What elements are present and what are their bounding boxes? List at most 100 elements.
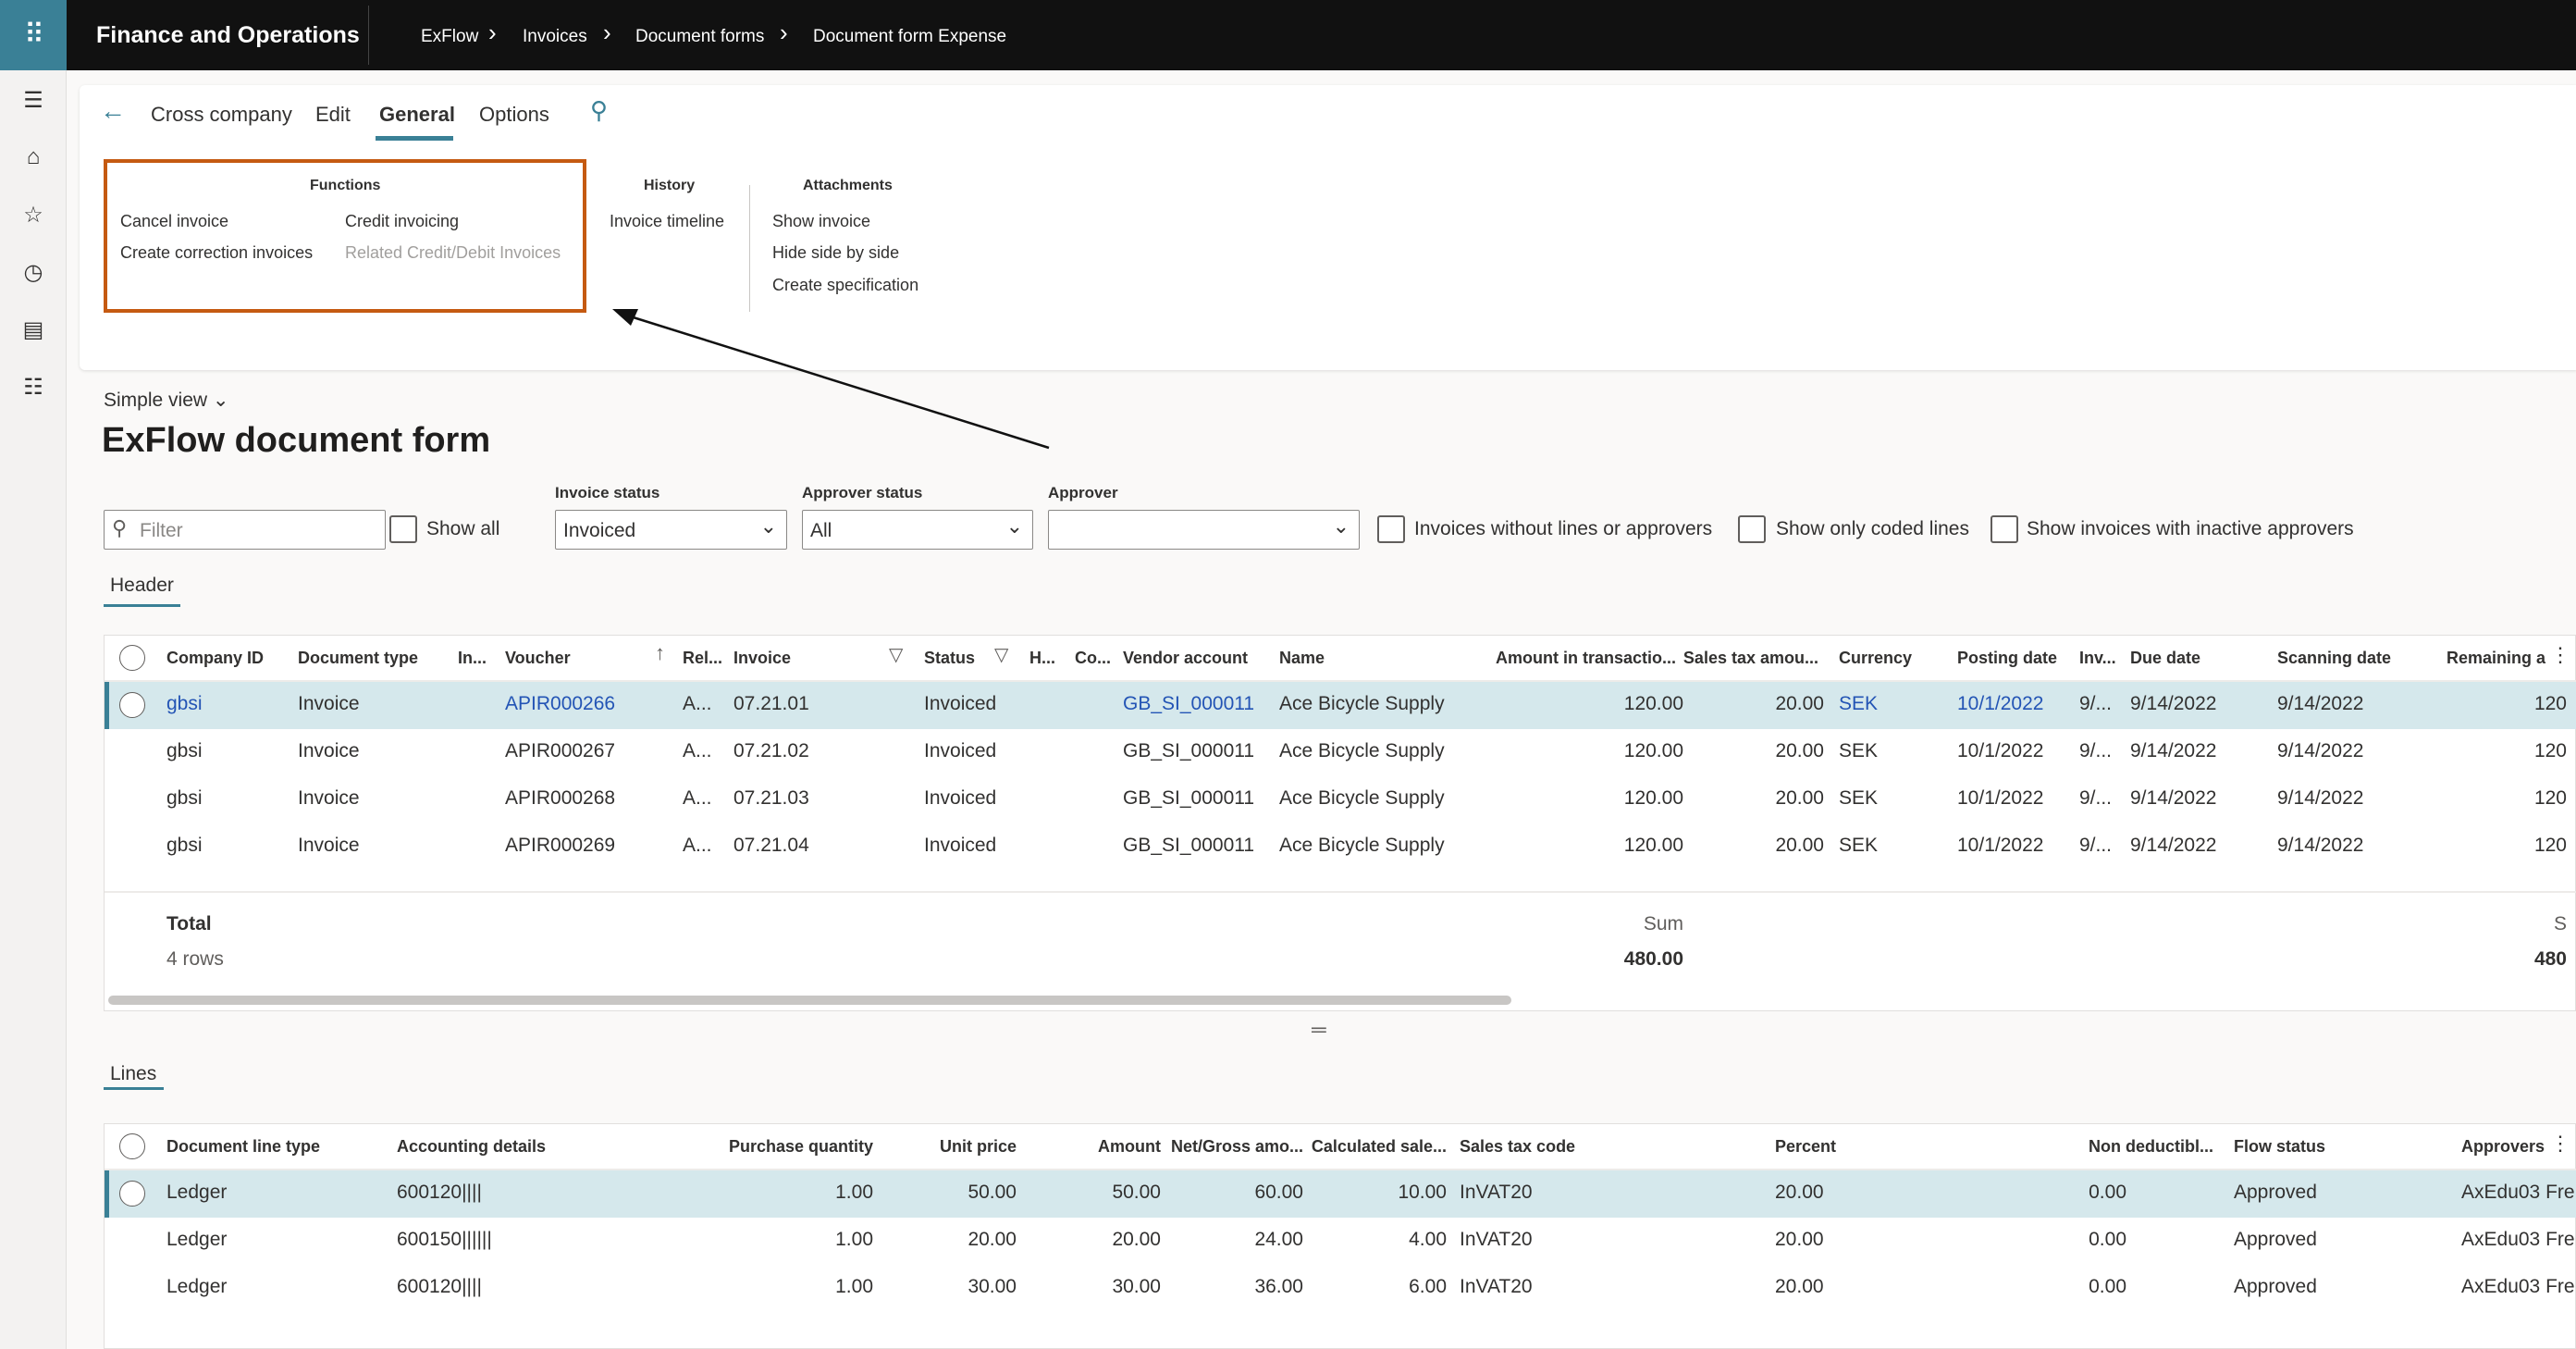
table-cell[interactable]: 10.00 <box>1169 1182 1447 1204</box>
column-header[interactable]: Invoice <box>733 649 791 668</box>
tab-general[interactable]: General <box>379 103 455 127</box>
invoice-status-label: Invoice status <box>555 484 660 501</box>
divider <box>749 185 750 312</box>
table-cell[interactable]: 20.00 <box>1775 1182 1824 1204</box>
search-icon[interactable]: ⚲ <box>590 96 608 125</box>
breadcrumb-document-forms[interactable]: Document forms <box>635 27 764 47</box>
back-arrow-icon[interactable]: ← <box>100 96 126 126</box>
column-header[interactable]: Scanning date <box>2277 649 2391 668</box>
approver-status-value: All <box>810 520 832 541</box>
horizontal-scrollbar[interactable] <box>108 996 1511 1005</box>
table-cell[interactable]: 20.00 <box>1547 693 1824 715</box>
tab-edit[interactable]: Edit <box>315 103 351 127</box>
table-cell[interactable]: 120 <box>2289 693 2567 715</box>
table-cell[interactable]: 9/14/2022 <box>2130 693 2216 715</box>
tab-options[interactable]: Options <box>479 103 549 127</box>
column-header[interactable]: Percent <box>1775 1137 1836 1157</box>
filter-icon[interactable]: ▽ <box>994 643 1008 666</box>
table-cell[interactable]: 0.00 <box>1849 1182 2126 1204</box>
column-header[interactable]: Rel... <box>683 649 722 668</box>
approver-status-dropdown[interactable]: All ⌄ <box>802 510 1033 550</box>
view-selector[interactable]: Simple view ⌄ <box>104 389 229 412</box>
invoice-status-dropdown[interactable]: Invoiced ⌄ <box>555 510 787 550</box>
row-select-radio[interactable] <box>119 692 145 718</box>
column-header[interactable]: Posting date <box>1957 649 2057 668</box>
column-header[interactable]: Due date <box>2130 649 2200 668</box>
tab-header[interactable]: Header <box>110 575 174 597</box>
column-header[interactable]: Calculated sale... <box>1169 1137 1447 1157</box>
table-cell[interactable]: GB_SI_000011 <box>1123 693 1254 715</box>
filter-input[interactable]: ⚲ Filter <box>104 510 386 550</box>
table-cell[interactable]: InVAT20 <box>1460 1182 1533 1204</box>
hide-side-by-side-button[interactable]: Hide side by side <box>772 243 899 263</box>
column-header[interactable]: Approvers <box>2461 1137 2545 1157</box>
table-cell[interactable]: A... <box>683 693 712 715</box>
column-header[interactable]: Inv... <box>2079 649 2116 668</box>
row-select-radio[interactable] <box>119 1181 145 1207</box>
home-icon[interactable]: ⌂ <box>0 144 67 170</box>
column-header[interactable]: Document line type <box>166 1137 320 1157</box>
table-cell: 9/... <box>2079 787 2113 809</box>
column-header[interactable]: Remaining a <box>2447 649 2545 668</box>
more-options-icon[interactable]: ⋮ <box>2550 643 2570 667</box>
column-header[interactable]: Voucher <box>505 649 571 668</box>
table-cell[interactable]: Ledger <box>166 1182 227 1204</box>
column-header[interactable]: Currency <box>1839 649 1912 668</box>
more-options-icon[interactable]: ⋮ <box>2550 1132 2570 1156</box>
select-all-radio[interactable] <box>119 1133 145 1159</box>
column-header[interactable]: Document type <box>298 649 418 668</box>
table-cell: 120 <box>2533 835 2567 856</box>
show-invoice-button[interactable]: Show invoice <box>772 212 870 231</box>
create-specification-button[interactable]: Create specification <box>772 276 918 295</box>
table-cell[interactable]: APIR000266 <box>505 693 615 715</box>
column-header[interactable]: Name <box>1279 649 1325 668</box>
select-all-radio[interactable] <box>119 645 145 671</box>
breadcrumb-exflow[interactable]: ExFlow <box>421 27 478 47</box>
column-header[interactable]: Non deductibl... <box>2089 1137 2213 1157</box>
breadcrumb-invoices[interactable]: Invoices <box>523 27 587 47</box>
column-header[interactable]: Flow status <box>2234 1137 2325 1157</box>
table-cell[interactable]: 10/1/2022 <box>1957 693 2043 715</box>
invoices-without-lines-checkbox[interactable] <box>1377 515 1405 543</box>
column-header[interactable]: Accounting details <box>397 1137 546 1157</box>
sort-ascending-icon[interactable]: ↑ <box>655 641 665 665</box>
divider <box>368 6 369 65</box>
app-title[interactable]: Finance and Operations <box>96 22 360 49</box>
column-header[interactable]: Sales tax amou... <box>1541 649 1818 668</box>
tab-cross-company[interactable]: Cross company <box>151 103 292 127</box>
table-cell[interactable]: 600120|||| <box>397 1182 482 1204</box>
column-header[interactable]: Company ID <box>166 649 264 668</box>
tab-lines[interactable]: Lines <box>110 1063 156 1085</box>
column-header[interactable]: Co... <box>1075 649 1111 668</box>
show-all-checkbox[interactable] <box>389 515 417 543</box>
inactive-approvers-checkbox[interactable] <box>1991 515 2018 543</box>
column-header[interactable]: Vendor account <box>1123 649 1248 668</box>
hamburger-icon[interactable]: ☰ <box>0 87 67 114</box>
splitter-handle-icon[interactable]: ═ <box>1312 1018 1326 1042</box>
table-cell[interactable]: 07.21.01 <box>733 693 809 715</box>
table-cell[interactable]: gbsi <box>166 693 203 715</box>
workspace-icon[interactable]: ▤ <box>0 316 67 343</box>
waffle-icon[interactable]: ⠿ <box>0 0 67 70</box>
invoice-timeline-button[interactable]: Invoice timeline <box>610 212 724 231</box>
table-cell[interactable]: Approved <box>2234 1182 2317 1204</box>
column-header[interactable]: H... <box>1029 649 1055 668</box>
star-icon[interactable]: ☆ <box>0 202 67 229</box>
show-only-coded-lines-checkbox[interactable] <box>1738 515 1766 543</box>
table-cell[interactable]: Invoice <box>298 693 360 715</box>
clock-icon[interactable]: ◷ <box>0 259 67 286</box>
column-header[interactable]: Sales tax code <box>1460 1137 1575 1157</box>
table-cell[interactable]: 9/... <box>2079 693 2112 715</box>
table-cell[interactable]: SEK <box>1839 693 1878 715</box>
column-header[interactable]: In... <box>458 649 487 668</box>
create-correction-invoices-button[interactable]: Create correction invoices <box>120 243 313 263</box>
filter-icon[interactable]: ▽ <box>889 643 903 666</box>
cancel-invoice-button[interactable]: Cancel invoice <box>120 212 228 231</box>
table-cell[interactable]: AxEdu03 Fre <box>2461 1182 2575 1204</box>
list-icon[interactable]: ☷ <box>0 374 67 401</box>
approver-dropdown[interactable]: ⌄ <box>1048 510 1360 550</box>
breadcrumb-document-form-expense[interactable]: Document form Expense <box>813 27 1006 47</box>
credit-invoicing-button[interactable]: Credit invoicing <box>345 212 459 231</box>
column-header[interactable]: Status <box>924 649 975 668</box>
table-cell[interactable]: Invoiced <box>924 693 996 715</box>
